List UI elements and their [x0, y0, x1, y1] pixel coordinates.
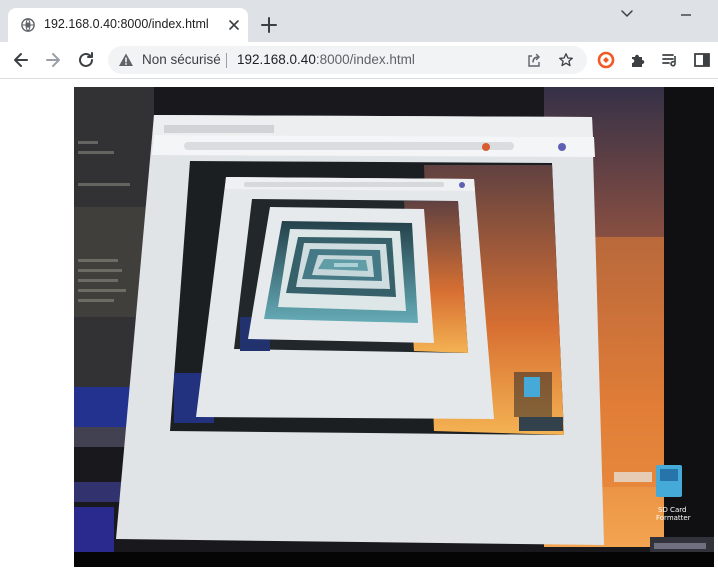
browser-window: 192.168.0.40:8000/index.html Non sécuris…: [0, 0, 718, 573]
globe-icon: [21, 18, 35, 32]
tab-title: 192.168.0.40:8000/index.html: [44, 17, 209, 31]
security-label[interactable]: Non sécurisé: [142, 52, 221, 67]
video-frame: SD Card Formatter: [74, 87, 714, 567]
address-bar[interactable]: Non sécurisé 192.168.0.40:8000/index.htm…: [108, 46, 587, 74]
tab-active[interactable]: 192.168.0.40:8000/index.html: [8, 8, 248, 42]
reload-icon[interactable]: [76, 50, 96, 70]
camera-stream-image: SD Card Formatter: [74, 87, 714, 567]
url-path: :8000/index.html: [315, 52, 415, 67]
reading-list-icon[interactable]: [660, 50, 680, 70]
page-viewport: SD Card Formatter: [0, 79, 718, 573]
tab-strip: 192.168.0.40:8000/index.html: [0, 0, 718, 42]
new-tab-button[interactable]: [259, 15, 279, 35]
share-icon[interactable]: [526, 52, 542, 68]
brave-lion-icon[interactable]: [596, 50, 616, 70]
separator: [226, 53, 227, 68]
url-host: 192.168.0.40: [237, 52, 316, 67]
forward-arrow-icon[interactable]: [43, 50, 63, 70]
side-panel-icon[interactable]: [692, 50, 712, 70]
chevron-down-icon[interactable]: [618, 6, 636, 22]
close-icon[interactable]: [226, 17, 242, 33]
warning-icon[interactable]: [118, 52, 134, 68]
toolbar: Non sécurisé 192.168.0.40:8000/index.htm…: [0, 42, 718, 79]
star-icon[interactable]: [558, 52, 574, 68]
minimize-window-button[interactable]: [668, 4, 718, 26]
puzzle-icon[interactable]: [628, 50, 648, 70]
url-text[interactable]: 192.168.0.40:8000/index.html: [237, 52, 415, 67]
back-arrow-icon[interactable]: [11, 50, 31, 70]
